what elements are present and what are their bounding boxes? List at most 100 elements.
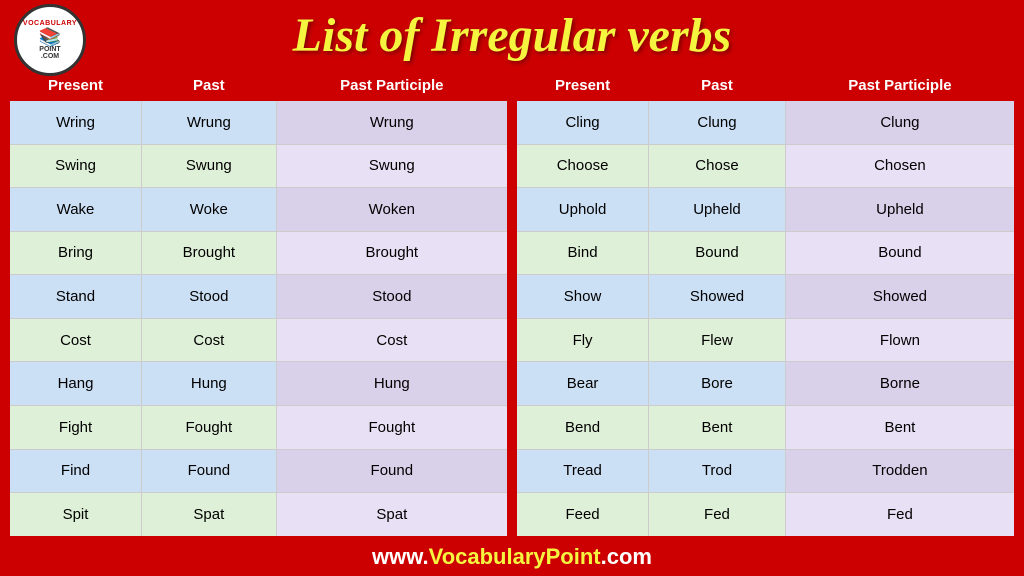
left-cell-1-0: Swing bbox=[9, 144, 142, 188]
left-cell-2-2: Woken bbox=[276, 188, 508, 232]
right-cell-5-0: Fly bbox=[516, 318, 649, 362]
table-row: WakeWokeWoken bbox=[9, 188, 508, 232]
table-row: StandStoodStood bbox=[9, 275, 508, 319]
right-cell-4-0: Show bbox=[516, 275, 649, 319]
left-cell-9-1: Spat bbox=[142, 493, 277, 537]
right-cell-9-1: Fed bbox=[649, 493, 786, 537]
left-cell-9-0: Spit bbox=[9, 493, 142, 537]
left-cell-7-0: Fight bbox=[9, 405, 142, 449]
table-row: CostCostCost bbox=[9, 318, 508, 362]
left-cell-8-1: Found bbox=[142, 449, 277, 493]
table-row: TreadTrodTrodden bbox=[516, 449, 1015, 493]
left-cell-4-0: Stand bbox=[9, 275, 142, 319]
right-verb-table: Present Past Past Participle ClingClungC… bbox=[515, 69, 1016, 538]
footer-text: www.VocabularyPoint.com bbox=[0, 544, 1024, 570]
content-area: Present Past Past Participle WringWrungW… bbox=[0, 69, 1024, 538]
right-cell-1-0: Choose bbox=[516, 144, 649, 188]
table-row: ClingClungClung bbox=[516, 101, 1015, 145]
left-cell-9-2: Spat bbox=[276, 493, 508, 537]
left-cell-1-1: Swung bbox=[142, 144, 277, 188]
right-header-present: Present bbox=[516, 70, 649, 101]
left-cell-3-0: Bring bbox=[9, 231, 142, 275]
right-cell-6-1: Bore bbox=[649, 362, 786, 406]
footer: www.VocabularyPoint.com bbox=[0, 538, 1024, 576]
right-cell-7-2: Bent bbox=[785, 405, 1015, 449]
left-cell-6-0: Hang bbox=[9, 362, 142, 406]
right-cell-9-2: Fed bbox=[785, 493, 1015, 537]
page-container: VOCABULARY 📚 POINT.COM List of Irregular… bbox=[0, 0, 1024, 576]
left-cell-2-0: Wake bbox=[9, 188, 142, 232]
tables-row: Present Past Past Participle WringWrungW… bbox=[8, 69, 1016, 538]
left-header-past: Past bbox=[142, 70, 277, 101]
right-cell-6-2: Borne bbox=[785, 362, 1015, 406]
left-cell-3-1: Brought bbox=[142, 231, 277, 275]
right-cell-9-0: Feed bbox=[516, 493, 649, 537]
left-cell-7-2: Fought bbox=[276, 405, 508, 449]
table-row: FindFoundFound bbox=[9, 449, 508, 493]
table-row: BearBoreBorne bbox=[516, 362, 1015, 406]
left-header-present: Present bbox=[9, 70, 142, 101]
right-header-pp: Past Participle bbox=[785, 70, 1015, 101]
logo-icon: 📚 bbox=[39, 28, 61, 46]
table-row: HangHungHung bbox=[9, 362, 508, 406]
right-cell-4-2: Showed bbox=[785, 275, 1015, 319]
footer-highlight: VocabularyPoint bbox=[429, 544, 601, 569]
right-cell-0-1: Clung bbox=[649, 101, 786, 145]
left-cell-0-2: Wrung bbox=[276, 101, 508, 145]
left-cell-4-1: Stood bbox=[142, 275, 277, 319]
right-cell-3-2: Bound bbox=[785, 231, 1015, 275]
left-verb-table: Present Past Past Participle WringWrungW… bbox=[8, 69, 509, 538]
right-cell-1-1: Chose bbox=[649, 144, 786, 188]
table-row: BindBoundBound bbox=[516, 231, 1015, 275]
left-cell-7-1: Fought bbox=[142, 405, 277, 449]
right-cell-2-1: Upheld bbox=[649, 188, 786, 232]
right-header-past: Past bbox=[649, 70, 786, 101]
right-cell-3-0: Bind bbox=[516, 231, 649, 275]
table-row: UpholdUpheldUpheld bbox=[516, 188, 1015, 232]
table-row: BringBroughtBrought bbox=[9, 231, 508, 275]
table-row: FlyFlewFlown bbox=[516, 318, 1015, 362]
table-row: SpitSpatSpat bbox=[9, 493, 508, 537]
right-cell-7-0: Bend bbox=[516, 405, 649, 449]
left-cell-1-2: Swung bbox=[276, 144, 508, 188]
page-title: List of Irregular verbs bbox=[293, 8, 732, 63]
logo-inner: VOCABULARY 📚 POINT.COM bbox=[23, 20, 77, 60]
left-cell-4-2: Stood bbox=[276, 275, 508, 319]
right-cell-2-2: Upheld bbox=[785, 188, 1015, 232]
left-cell-2-1: Woke bbox=[142, 188, 277, 232]
left-cell-8-2: Found bbox=[276, 449, 508, 493]
left-cell-0-0: Wring bbox=[9, 101, 142, 145]
table-row: FightFoughtFought bbox=[9, 405, 508, 449]
right-cell-7-1: Bent bbox=[649, 405, 786, 449]
left-cell-3-2: Brought bbox=[276, 231, 508, 275]
header: VOCABULARY 📚 POINT.COM List of Irregular… bbox=[0, 0, 1024, 69]
left-cell-5-0: Cost bbox=[9, 318, 142, 362]
left-cell-6-2: Hung bbox=[276, 362, 508, 406]
table-row: FeedFedFed bbox=[516, 493, 1015, 537]
right-cell-1-2: Chosen bbox=[785, 144, 1015, 188]
right-cell-4-1: Showed bbox=[649, 275, 786, 319]
table-row: BendBentBent bbox=[516, 405, 1015, 449]
right-cell-2-0: Uphold bbox=[516, 188, 649, 232]
left-cell-6-1: Hung bbox=[142, 362, 277, 406]
left-cell-8-0: Find bbox=[9, 449, 142, 493]
table-row: ChooseChoseChosen bbox=[516, 144, 1015, 188]
right-cell-8-2: Trodden bbox=[785, 449, 1015, 493]
right-cell-0-2: Clung bbox=[785, 101, 1015, 145]
right-cell-0-0: Cling bbox=[516, 101, 649, 145]
right-cell-8-0: Tread bbox=[516, 449, 649, 493]
table-row: WringWrungWrung bbox=[9, 101, 508, 145]
logo-bottom-text: POINT.COM bbox=[39, 46, 60, 60]
right-cell-3-1: Bound bbox=[649, 231, 786, 275]
left-cell-5-1: Cost bbox=[142, 318, 277, 362]
right-cell-6-0: Bear bbox=[516, 362, 649, 406]
table-row: ShowShowedShowed bbox=[516, 275, 1015, 319]
left-cell-0-1: Wrung bbox=[142, 101, 277, 145]
right-cell-5-2: Flown bbox=[785, 318, 1015, 362]
table-row: SwingSwungSwung bbox=[9, 144, 508, 188]
right-cell-8-1: Trod bbox=[649, 449, 786, 493]
right-cell-5-1: Flew bbox=[649, 318, 786, 362]
logo: VOCABULARY 📚 POINT.COM bbox=[14, 4, 86, 76]
left-header-pp: Past Participle bbox=[276, 70, 508, 101]
left-cell-5-2: Cost bbox=[276, 318, 508, 362]
